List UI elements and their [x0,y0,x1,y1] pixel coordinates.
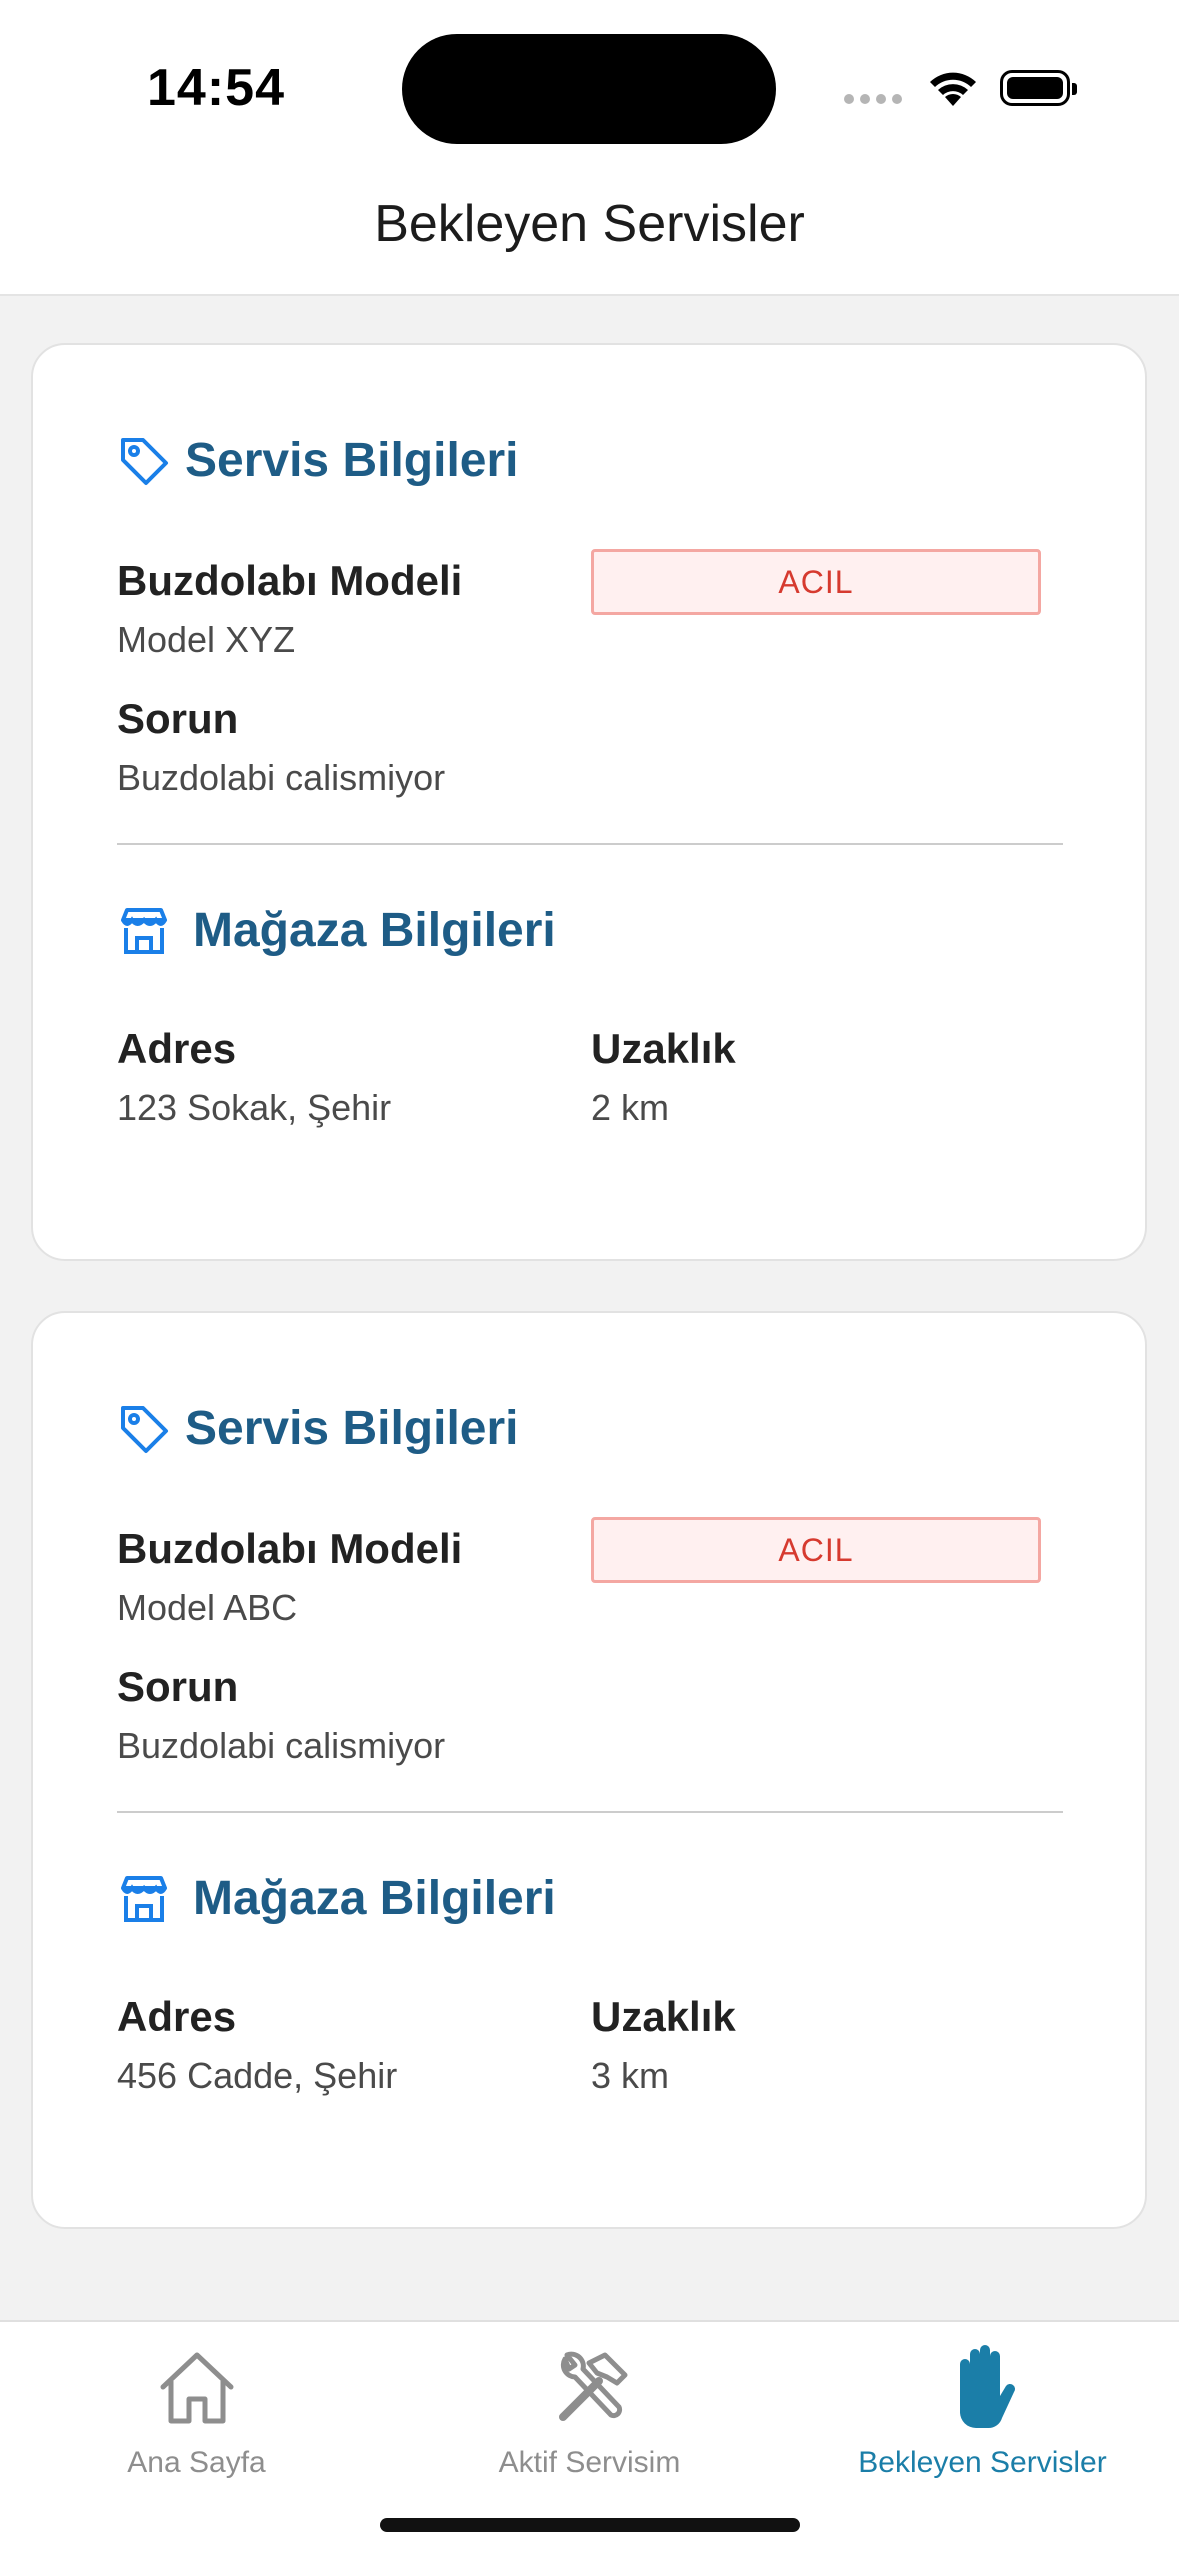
tab-bekleyen-servisler[interactable]: Bekleyen Servisler [786,2342,1179,2480]
tab-label: Bekleyen Servisler [858,2446,1107,2479]
distance-label: Uzaklık [591,1025,736,1072]
problem-label: Sorun [117,695,239,742]
status-time: 14:54 [147,59,285,117]
store-info-header: Mağaza Bilgileri [117,903,556,958]
model-value: Model ABC [117,1587,298,1628]
page-title: Bekleyen Servisler [374,195,805,253]
address-value: 123 Sokak, Şehir [117,1087,392,1128]
section-divider [117,843,1063,845]
tab-label: Ana Sayfa [127,2446,266,2479]
distance-label: Uzaklık [591,1993,736,2040]
hand-icon [786,2342,1179,2432]
tag-icon [117,1402,171,1456]
tag-icon [117,434,171,488]
dynamic-island [402,34,776,144]
service-info-header: Servis Bilgileri [117,1401,519,1456]
top-bar: 14:54 Bekleyen Servisler [0,0,1179,296]
store-info-title: Mağaza Bilgileri [193,1872,556,1925]
distance-value: 3 km [591,2055,670,2096]
distance-value: 2 km [591,1087,670,1128]
service-info-title: Servis Bilgileri [185,1402,519,1455]
model-value: Model XYZ [117,619,296,660]
wifi-icon [930,72,976,106]
problem-value: Buzdolabi calismiyor [117,1725,446,1766]
problem-label: Sorun [117,1663,239,1710]
model-label: Buzdolabı Modeli [117,557,463,604]
problem-value: Buzdolabi calismiyor [117,757,446,798]
tools-icon [393,2342,786,2432]
home-indicator[interactable] [380,2518,800,2532]
address-label: Adres [117,1993,237,2040]
service-card[interactable]: Servis Bilgileri Buzdolabı Modeli Model … [31,1311,1147,2229]
model-label: Buzdolabı Modeli [117,1525,463,1572]
tab-ana-sayfa[interactable]: Ana Sayfa [0,2342,393,2480]
address-value: 456 Cadde, Şehir [117,2055,398,2096]
store-info-header: Mağaza Bilgileri [117,1871,556,1926]
address-label: Adres [117,1025,237,1072]
store-info-title: Mağaza Bilgileri [193,904,556,957]
store-icon [117,904,171,958]
priority-badge: ACIL [591,549,1041,615]
section-divider [117,1811,1063,1813]
home-icon [0,2342,393,2432]
service-info-header: Servis Bilgileri [117,433,519,488]
priority-badge: ACIL [591,1517,1041,1583]
tab-label: Aktif Servisim [498,2446,681,2479]
cellular-signal-icon [844,94,902,104]
service-info-title: Servis Bilgileri [185,434,519,487]
battery-icon [1000,70,1077,106]
service-card[interactable]: Servis Bilgileri Buzdolabı Modeli Model … [31,343,1147,1261]
tab-aktif-servisim[interactable]: Aktif Servisim [393,2342,786,2480]
store-icon [117,1872,171,1926]
